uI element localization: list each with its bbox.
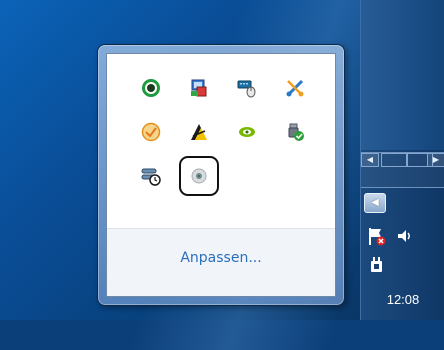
power-plug-icon[interactable] [367, 255, 387, 275]
nvidia-icon[interactable] [229, 114, 265, 150]
network-tool-icon[interactable] [277, 70, 313, 106]
green-ring-icon[interactable] [133, 70, 169, 106]
customize-link[interactable]: Anpassen... [180, 250, 261, 266]
action-center-flag-icon[interactable] [367, 226, 387, 246]
sync-clock-icon[interactable] [133, 158, 169, 194]
taskbar: ◀ ▶ ◀ 12:08 [360, 0, 444, 320]
checklist-icon[interactable] [133, 114, 169, 150]
show-hidden-icons-button[interactable]: ◀ [364, 193, 386, 213]
taskbar-upper-area [361, 0, 444, 150]
popup-footer: Anpassen... [107, 228, 335, 296]
popup-panel: Anpassen... [106, 53, 336, 297]
grey-disc-icon[interactable] [179, 156, 219, 196]
yellow-triangle-icon[interactable] [181, 114, 217, 150]
usb-safe-remove-icon[interactable] [277, 114, 313, 150]
taskbar-clock[interactable]: 12:08 [361, 292, 444, 307]
notification-overflow-popup: Anpassen... [97, 44, 345, 306]
chevron-left-icon: ◀ [371, 197, 379, 208]
scroll-right-button[interactable]: ▶ [427, 153, 444, 167]
taskbar-slot[interactable] [381, 153, 407, 167]
hidden-icons-grid [107, 54, 335, 228]
scroll-left-button[interactable]: ◀ [361, 153, 379, 167]
graphics-display-icon[interactable] [181, 70, 217, 106]
keyboard-mouse-icon[interactable] [229, 70, 265, 106]
volume-icon[interactable] [395, 226, 415, 246]
taskbar-scroll-row: ◀ ▶ [361, 152, 444, 188]
